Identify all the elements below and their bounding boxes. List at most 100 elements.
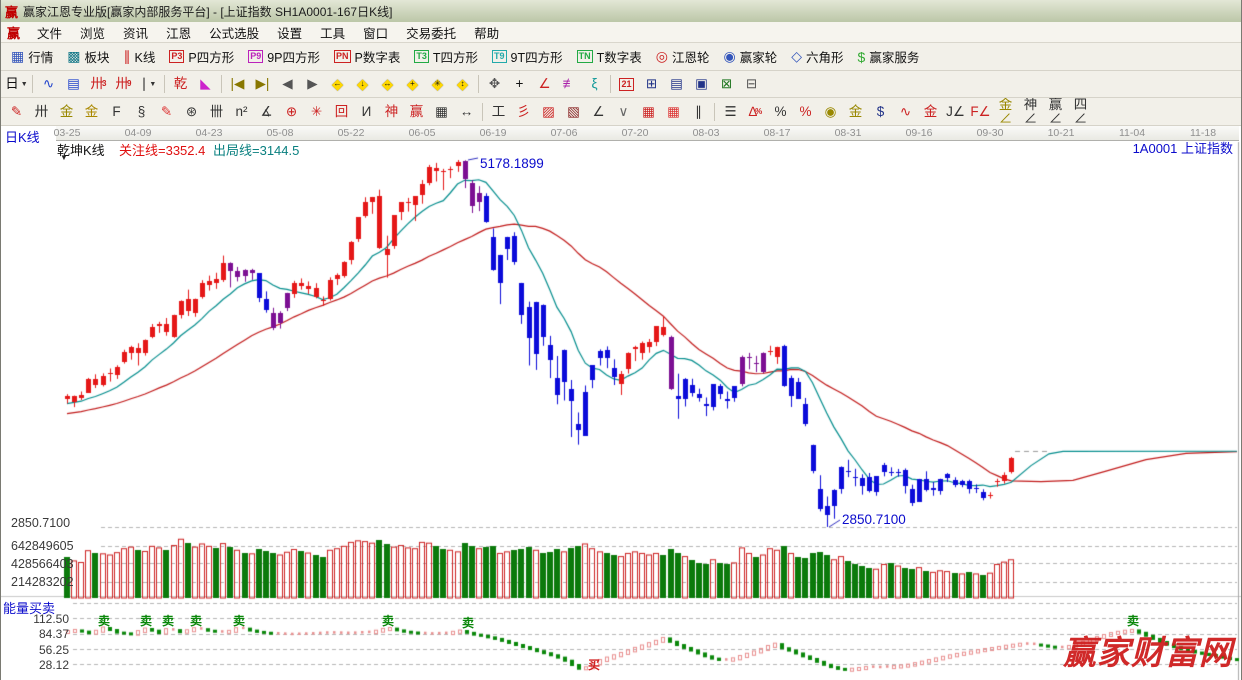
toolbar-button-t-number-table[interactable]: TNT数字表 (570, 45, 649, 68)
tool-icon-first-page[interactable]: |◀ (225, 74, 250, 95)
tool-icon-diamond-left[interactable]: ◆← (325, 74, 350, 95)
tool-icon-bars-3[interactable]: 卅3 (86, 74, 111, 95)
tool-icon-gann-box[interactable]: 工 (486, 101, 511, 122)
tool-icon-angle-lines[interactable]: ∠ (586, 101, 611, 122)
tool-icon-gold-grid-2[interactable]: 金 (79, 101, 104, 122)
tool-icon-percent[interactable]: % (768, 101, 793, 122)
tool-icon-si-angle[interactable]: 四∠ (1068, 101, 1093, 122)
tool-icon-box-rays[interactable]: ▧ (561, 101, 586, 122)
tool-icon-wave-line[interactable]: ∿ (893, 101, 918, 122)
tool-icon-red-grid[interactable]: ▦ (636, 101, 661, 122)
app-window: 赢 赢家江恩专业版[赢家内部服务平台] - [上证指数 SH1A0001-167… (0, 0, 1242, 680)
tool-icon-lattice-tool[interactable]: ≢ (557, 74, 582, 95)
toolbar-button-quotes[interactable]: ▦行情 (4, 45, 60, 68)
menu-item-资讯[interactable]: 资讯 (114, 25, 157, 43)
tool-icon-intraday-chart[interactable]: ∿ (36, 74, 61, 95)
toolbar-button-gann-wheel[interactable]: ◎江恩轮 (649, 45, 717, 68)
tool-icon-square-spiral[interactable]: 回 (329, 101, 354, 122)
tool-icon-n-squared[interactable]: n² (229, 101, 254, 122)
tool-icon-grid-comb[interactable]: 卅 (29, 101, 54, 122)
tool-icon-prev-page[interactable]: ◀ (275, 74, 300, 95)
tool-icon-gold-grid-1[interactable]: 金 (54, 101, 79, 122)
menu-item-工具[interactable]: 工具 (311, 25, 354, 43)
menu-item-浏览[interactable]: 浏览 (71, 25, 114, 43)
menu-item-设置[interactable]: 设置 (268, 25, 311, 43)
indicator-caret-icon[interactable]: ▼ (60, 153, 68, 162)
tool-icon-angle-mirror[interactable]: ∡ (254, 101, 279, 122)
menu-item-窗口[interactable]: 窗口 (354, 25, 397, 43)
tool-icon-next-page[interactable]: ▶ (300, 74, 325, 95)
tool-icon-spiral-coil[interactable]: § (129, 101, 154, 122)
tool-icon-gold-underline[interactable]: 金 (918, 101, 943, 122)
tool-icon-comb-lines[interactable]: 卌 (204, 101, 229, 122)
tool-icon-period-day-dropdown[interactable]: 日▼ (4, 74, 29, 95)
tool-icon-diamond-expand[interactable]: ◆✳ (425, 74, 450, 95)
toolbar-button-winner-wheel[interactable]: ◉赢家轮 (717, 45, 785, 68)
tool-icon-f10-info[interactable]: ▤ (61, 74, 86, 95)
tool-icon-qiankun-kline[interactable]: 乾 (168, 74, 193, 95)
tool-icon-v-dotted[interactable]: ∨ (611, 101, 636, 122)
tool-icon-gold-angle[interactable]: 金∠ (993, 101, 1018, 122)
toolbar-button-sectors[interactable]: ▩板块 (60, 45, 116, 68)
tool-icon-gold-levels[interactable]: 金 (843, 101, 868, 122)
tool-icon-save[interactable]: ▣ (689, 74, 714, 95)
menu-item-帮助[interactable]: 帮助 (465, 25, 508, 43)
tool-icon-j-angle[interactable]: J∠ (943, 101, 968, 122)
tool-icon-f-lines[interactable]: F (104, 101, 129, 122)
tool-icon-ying-angle[interactable]: 赢∠ (1043, 101, 1068, 122)
tool-icon-circle-cross[interactable]: ⊕ (279, 101, 304, 122)
toolbar-button-t-square[interactable]: T3T四方形 (407, 45, 485, 68)
tool-icon-candle-style-dropdown[interactable]: ∣▼ (136, 74, 161, 95)
tool-icon-calendar-21[interactable]: 21 (614, 74, 639, 95)
tool-icon-bars-9[interactable]: 卅9 (111, 74, 136, 95)
tool-icon-send-pc[interactable]: ⊠ (714, 74, 739, 95)
menu-item-江恩[interactable]: 江恩 (157, 25, 200, 43)
tool-icon-ying-tool[interactable]: 赢 (404, 101, 429, 122)
toolbar-button-hexagon[interactable]: ◇六角形 (784, 45, 850, 68)
tool-icon-red-pen[interactable]: ✎ (154, 101, 179, 122)
toolbar-button-9t-square[interactable]: T99T四方形 (485, 45, 570, 68)
menu-item-公式选股[interactable]: 公式选股 (200, 25, 268, 43)
tool-icon-diamond-horizontal[interactable]: ◆↔ (375, 74, 400, 95)
tool-icon-crosshair[interactable]: + (507, 74, 532, 95)
tool-icon-dollar-pen[interactable]: $ (868, 101, 893, 122)
tool-icon-star-burst[interactable]: ✳ (304, 101, 329, 122)
toolbar-button-p-number-table[interactable]: PNP数字表 (327, 45, 407, 68)
tool-icon-diamond-center[interactable]: ◆+ (400, 74, 425, 95)
tool-icon-last-page[interactable]: ▶| (250, 74, 275, 95)
tool-icon-gold-circle[interactable]: ◉ (818, 101, 843, 122)
tool-icon-red-grid-arrow[interactable]: ▦ (661, 101, 686, 122)
menu-item-交易委托[interactable]: 交易委托 (397, 25, 465, 43)
menu-item-文件[interactable]: 文件 (28, 25, 71, 43)
tool-icon-color-indicator[interactable]: ◣ (193, 74, 218, 95)
tool-icon-zigzag[interactable]: И (354, 101, 379, 122)
tool-icon-shen-tool[interactable]: 神 (379, 101, 404, 122)
tool-icon-workstation[interactable]: ⊟ (739, 74, 764, 95)
tool-icon-f-angle[interactable]: F∠ (968, 101, 993, 122)
pan-hand-icon: ✥ (489, 77, 500, 91)
tool-icon-red-brush[interactable]: ✎ (4, 101, 29, 122)
toolbar-button-winner-service[interactable]: $赢家服务 (851, 45, 927, 68)
kline-chart-canvas[interactable] (1, 126, 1242, 680)
tool-icon-diamond-down[interactable]: ◆↓ (350, 74, 375, 95)
toolbar-button-9p-square[interactable]: P99P四方形 (241, 45, 327, 68)
tool-icon-shen-angle[interactable]: 神∠ (1018, 101, 1043, 122)
tool-icon-grid-123[interactable]: ▦ (429, 101, 454, 122)
tool-icon-diamond-vertical[interactable]: ◆↕ (450, 74, 475, 95)
tool-icon-parallel-lines[interactable]: ∥ (686, 101, 711, 122)
tool-icon-spiral-tool[interactable]: ξ (582, 74, 607, 95)
tool-icon-scale-list[interactable]: ☰ (718, 101, 743, 122)
tool-icon-notebook[interactable]: ▤ (664, 74, 689, 95)
tool-icon-calculator[interactable]: ⊞ (639, 74, 664, 95)
tool-icon-angle-measure[interactable]: ∠ (532, 74, 557, 95)
toolbar-button-p-square[interactable]: P3P四方形 (162, 45, 241, 68)
toolbar-button-kline[interactable]: ∥K线 (117, 45, 163, 68)
tool-icon-pan-hand[interactable]: ✥ (482, 74, 507, 95)
title-bar[interactable]: 赢 赢家江恩专业版[赢家内部服务平台] - [上证指数 SH1A0001-167… (1, 0, 1241, 22)
tool-icon-percent-line[interactable]: % (793, 101, 818, 122)
tool-icon-percent-triangle[interactable]: ∆% (743, 101, 768, 122)
tool-icon-ray-fan[interactable]: 彡 (511, 101, 536, 122)
tool-icon-box-fan[interactable]: ▨ (536, 101, 561, 122)
tool-icon-width-arrows[interactable]: ↔ (454, 101, 479, 122)
tool-icon-gann-circle[interactable]: ⊛ (179, 101, 204, 122)
